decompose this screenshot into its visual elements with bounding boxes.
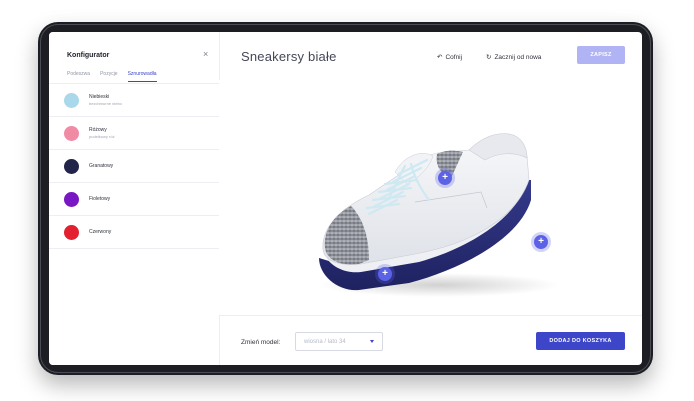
undo-label: Cofnij bbox=[445, 53, 463, 61]
restart-label: Zacznij od nowa bbox=[494, 53, 542, 61]
sneaker-image bbox=[319, 133, 559, 297]
hotspot-side[interactable]: + bbox=[534, 235, 548, 249]
option-name: Fioletowy bbox=[89, 196, 111, 202]
color-option-navy[interactable]: Granatowy bbox=[49, 150, 219, 183]
tab-bar: Podeszwa Pozycje Sznurowadła bbox=[67, 71, 157, 82]
hotspot-toe[interactable]: + bbox=[378, 267, 392, 281]
color-swatch bbox=[64, 191, 79, 207]
configurator-sidebar: Konfigurator × Podeszwa Pozycje Sznurowa… bbox=[49, 32, 220, 365]
color-swatch bbox=[64, 224, 79, 240]
undo-icon: ↶ bbox=[437, 54, 443, 61]
color-option-purple[interactable]: Fioletowy bbox=[49, 183, 219, 216]
color-option-blue[interactable]: Niebieski bezchmurne niebo bbox=[49, 84, 219, 117]
add-to-cart-button[interactable]: DODAJ DO KOSZYKA bbox=[536, 332, 625, 350]
model-label: Zmień model: bbox=[241, 339, 281, 346]
tablet-frame: Konfigurator × Podeszwa Pozycje Sznurowa… bbox=[38, 22, 653, 375]
product-preview[interactable]: + + + bbox=[219, 80, 642, 315]
tab-positions[interactable]: Pozycje bbox=[100, 71, 118, 82]
sidebar-title: Konfigurator bbox=[67, 52, 110, 59]
hotspot-laces[interactable]: + bbox=[438, 171, 452, 185]
color-option-pink[interactable]: Różowy pudełkowy róż bbox=[49, 117, 219, 150]
screen: Konfigurator × Podeszwa Pozycje Sznurowa… bbox=[49, 32, 642, 365]
option-subtitle: pudełkowy róż bbox=[89, 134, 115, 139]
color-options-list: Niebieski bezchmurne niebo Różowy pudełk… bbox=[49, 84, 219, 249]
close-icon[interactable]: × bbox=[203, 49, 208, 59]
option-name: Niebieski bbox=[89, 94, 110, 100]
chevron-down-icon bbox=[370, 340, 374, 343]
option-name: Granatowy bbox=[89, 163, 114, 169]
option-name: Różowy bbox=[89, 127, 107, 133]
model-select[interactable]: wiosna / lato 34 bbox=[295, 332, 383, 351]
tab-laces[interactable]: Sznurowadła bbox=[127, 71, 157, 82]
color-swatch bbox=[64, 125, 79, 141]
save-button[interactable]: ZAPISZ bbox=[577, 46, 625, 64]
model-select-value: wiosna / lato 34 bbox=[304, 338, 346, 345]
option-name: Czerwony bbox=[89, 229, 112, 235]
option-subtitle: bezchmurne niebo bbox=[89, 101, 122, 106]
color-swatch bbox=[64, 158, 79, 174]
undo-button[interactable]: ↶ Cofnij bbox=[437, 53, 463, 62]
color-option-red[interactable]: Czerwony bbox=[49, 216, 219, 249]
footer-bar: Zmień model: wiosna / lato 34 DODAJ DO K… bbox=[219, 315, 642, 365]
tab-sole[interactable]: Podeszwa bbox=[67, 71, 90, 82]
header-bar: Sneakersy białe ↶ Cofnij ↻ Zacznij od no… bbox=[219, 32, 642, 81]
restart-icon: ↻ bbox=[486, 54, 492, 61]
restart-button[interactable]: ↻ Zacznij od nowa bbox=[486, 53, 542, 62]
product-title: Sneakersy białe bbox=[241, 49, 337, 64]
color-swatch bbox=[64, 92, 79, 108]
